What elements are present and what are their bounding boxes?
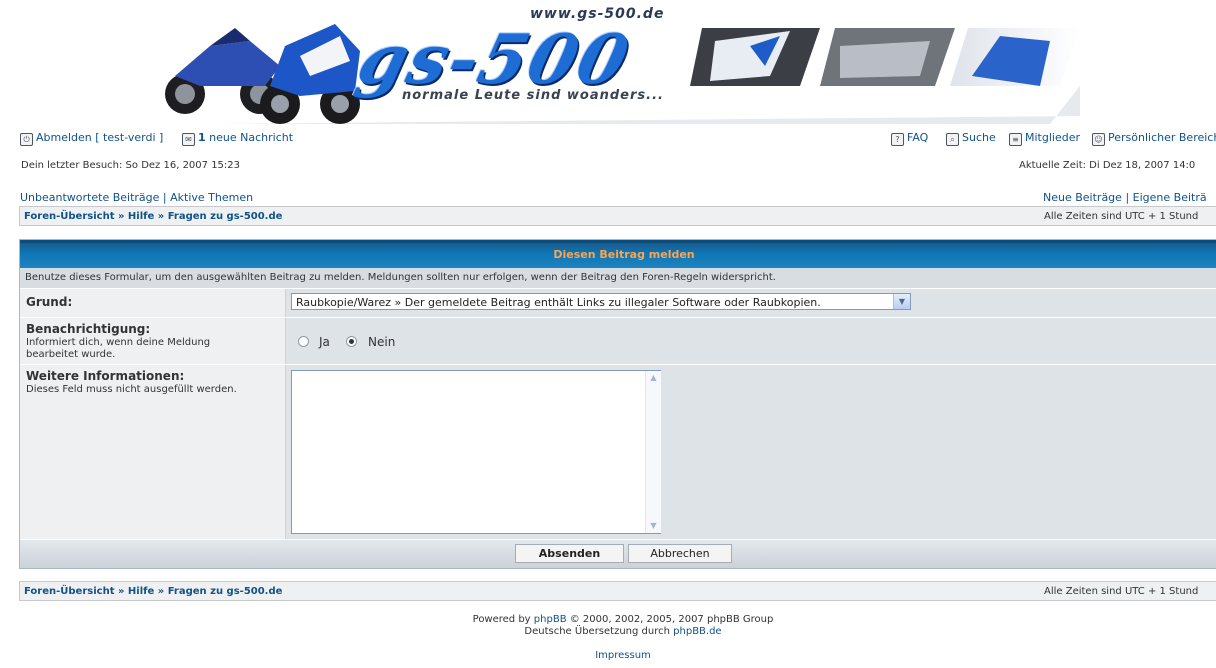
motorcycle-image-2 bbox=[260, 24, 360, 124]
messages-label[interactable]: neue Nachricht bbox=[209, 131, 293, 144]
form-buttons: Absenden Abbrechen bbox=[20, 540, 1216, 568]
info-row: Weitere Informationen: Dieses Feld muss … bbox=[20, 365, 1216, 540]
impressum: Impressum bbox=[0, 650, 1216, 661]
top-nav: ⏻ Abmelden [ test-verdi ] ✉ 1 neue Nachric… bbox=[20, 131, 1216, 149]
site-slogan: normale Leute sind woanders... bbox=[402, 88, 664, 103]
search-icon: ⌕ bbox=[946, 133, 959, 146]
new-posts-link[interactable]: Neue Beiträge bbox=[1043, 191, 1122, 204]
logout-label[interactable]: Abmelden [ test-verdi ] bbox=[36, 131, 163, 144]
breadcrumb-separator: » bbox=[157, 211, 165, 222]
profile-icon: ☺ bbox=[1092, 133, 1105, 146]
profile-label[interactable]: Persönlicher Bereich bbox=[1108, 131, 1216, 144]
notify-yes-radio[interactable] bbox=[298, 336, 309, 347]
breadcrumb-help[interactable]: Hilfe bbox=[128, 586, 154, 597]
form-description: Benutze dieses Formular, um den ausgewäh… bbox=[20, 268, 1216, 289]
breadcrumb-faq[interactable]: Fragen zu gs-500.de bbox=[168, 586, 283, 597]
reason-row: Grund: Raubkopie/Warez » Der gemeldete B… bbox=[20, 289, 1216, 318]
notify-field-cell: Ja Nein bbox=[286, 318, 1216, 364]
breadcrumb: Foren-Übersicht » Hilfe » Fragen zu gs-5… bbox=[19, 206, 1216, 226]
translation-prefix: Deutsche Übersetzung durch bbox=[524, 626, 670, 637]
info-field-cell: ▲ ▼ bbox=[286, 365, 1216, 539]
info-label-cell: Weitere Informationen: Dieses Feld muss … bbox=[20, 365, 286, 539]
reason-select[interactable]: Raubkopie/Warez » Der gemeldete Beitrag … bbox=[291, 293, 911, 310]
powered-by: Powered by phpBB © 2000, 2002, 2005, 200… bbox=[0, 614, 1216, 625]
unanswered-posts-link[interactable]: Unbeantwortete Beiträge bbox=[20, 191, 159, 204]
faq-label[interactable]: FAQ bbox=[907, 131, 928, 144]
notify-label-cell: Benachrichtigung: Informiert dich, wenn … bbox=[20, 318, 286, 364]
messages-link[interactable]: ✉ 1 neue Nachricht bbox=[182, 131, 293, 146]
info-textarea[interactable] bbox=[291, 370, 661, 534]
scroll-up-icon[interactable]: ▲ bbox=[647, 371, 660, 385]
last-visit: Dein letzter Besuch: So Dez 16, 2007 15:… bbox=[21, 160, 241, 171]
faq-link[interactable]: ? FAQ bbox=[891, 131, 928, 146]
breadcrumb-separator: » bbox=[117, 586, 125, 597]
members-label[interactable]: Mitglieder bbox=[1025, 131, 1080, 144]
phpbb-de-link[interactable]: phpBB.de bbox=[673, 626, 721, 637]
search-label[interactable]: Suche bbox=[962, 131, 996, 144]
notify-no-radio[interactable] bbox=[346, 336, 357, 347]
message-icon: ✉ bbox=[182, 133, 195, 146]
reason-select-value: Raubkopie/Warez » Der gemeldete Beitrag … bbox=[296, 296, 821, 309]
own-posts-link[interactable]: Eigene Beiträ bbox=[1133, 191, 1207, 204]
detail-images bbox=[690, 28, 1080, 86]
reason-label-cell: Grund: bbox=[20, 289, 286, 317]
current-time: Aktuelle Zeit: Di Dez 18, 2007 14:0 bbox=[1019, 160, 1196, 171]
faq-icon: ? bbox=[891, 133, 904, 146]
powered-suffix: © 2000, 2002, 2005, 2007 phpBB Group bbox=[569, 614, 774, 625]
textarea-scrollbar[interactable]: ▲ ▼ bbox=[645, 371, 661, 533]
breadcrumb-separator: » bbox=[117, 211, 125, 222]
profile-link[interactable]: ☺ Persönlicher Bereich bbox=[1092, 131, 1216, 146]
form-description-text: Benutze dieses Formular, um den ausgewäh… bbox=[25, 272, 776, 283]
info-label: Weitere Informationen: bbox=[26, 369, 185, 383]
notify-description: Informiert dich, wenn deine Meldung bear… bbox=[26, 337, 211, 360]
notify-label: Benachrichtigung: bbox=[26, 322, 151, 336]
logout-icon: ⏻ bbox=[20, 133, 33, 146]
scroll-down-icon[interactable]: ▼ bbox=[647, 519, 660, 533]
site-header: www.gs-500.de gs-500 normale Leute sind … bbox=[0, 0, 1216, 128]
timezone-info: Alle Zeiten sind UTC + 1 Stund bbox=[1044, 211, 1199, 222]
active-topics-link[interactable]: Aktive Themen bbox=[170, 191, 253, 204]
submit-button[interactable]: Absenden bbox=[515, 544, 624, 563]
notify-no-label[interactable]: Nein bbox=[368, 335, 395, 349]
report-form: Diesen Beitrag melden Benutze dieses For… bbox=[19, 239, 1216, 569]
breadcrumb-separator: » bbox=[157, 586, 165, 597]
breadcrumb-bottom: Foren-Übersicht » Hilfe » Fragen zu gs-5… bbox=[19, 581, 1216, 601]
phpbb-link[interactable]: phpBB bbox=[534, 614, 567, 625]
breadcrumb-faq[interactable]: Fragen zu gs-500.de bbox=[168, 211, 283, 222]
translation-credit: Deutsche Übersetzung durch phpBB.de bbox=[0, 626, 1216, 637]
breadcrumb-index[interactable]: Foren-Übersicht bbox=[24, 211, 114, 222]
members-link[interactable]: ≡ Mitglieder bbox=[1009, 131, 1080, 146]
timezone-info: Alle Zeiten sind UTC + 1 Stund bbox=[1044, 586, 1199, 597]
form-header: Diesen Beitrag melden bbox=[20, 240, 1216, 268]
form-title: Diesen Beitrag melden bbox=[553, 248, 695, 261]
cancel-button[interactable]: Abbrechen bbox=[628, 544, 732, 563]
chevron-down-icon[interactable]: ▼ bbox=[893, 294, 910, 309]
quick-links-separator: | bbox=[1125, 191, 1130, 204]
breadcrumb-index[interactable]: Foren-Übersicht bbox=[24, 586, 114, 597]
messages-count[interactable]: 1 bbox=[198, 131, 206, 144]
members-list-icon: ≡ bbox=[1009, 133, 1022, 146]
quick-links-separator: | bbox=[162, 191, 167, 204]
notify-yes-label[interactable]: Ja bbox=[319, 335, 330, 349]
breadcrumb-path: Foren-Übersicht » Hilfe » Fragen zu gs-5… bbox=[24, 586, 282, 597]
logout-link[interactable]: ⏻ Abmelden [ test-verdi ] bbox=[20, 131, 163, 146]
impressum-link[interactable]: Impressum bbox=[595, 650, 651, 661]
search-link[interactable]: ⌕ Suche bbox=[946, 131, 996, 146]
notify-row: Benachrichtigung: Informiert dich, wenn … bbox=[20, 318, 1216, 365]
quick-links-right: Neue Beiträge | Eigene Beiträ bbox=[1043, 191, 1207, 204]
reason-field-cell: Raubkopie/Warez » Der gemeldete Beitrag … bbox=[286, 289, 1216, 317]
breadcrumb-path: Foren-Übersicht » Hilfe » Fragen zu gs-5… bbox=[24, 211, 282, 222]
reason-label: Grund: bbox=[26, 295, 73, 309]
quick-links-left: Unbeantwortete Beiträge | Aktive Themen bbox=[20, 191, 253, 204]
powered-prefix: Powered by bbox=[472, 614, 531, 625]
info-description: Dieses Feld muss nicht ausgefüllt werden… bbox=[26, 384, 237, 395]
breadcrumb-help[interactable]: Hilfe bbox=[128, 211, 154, 222]
